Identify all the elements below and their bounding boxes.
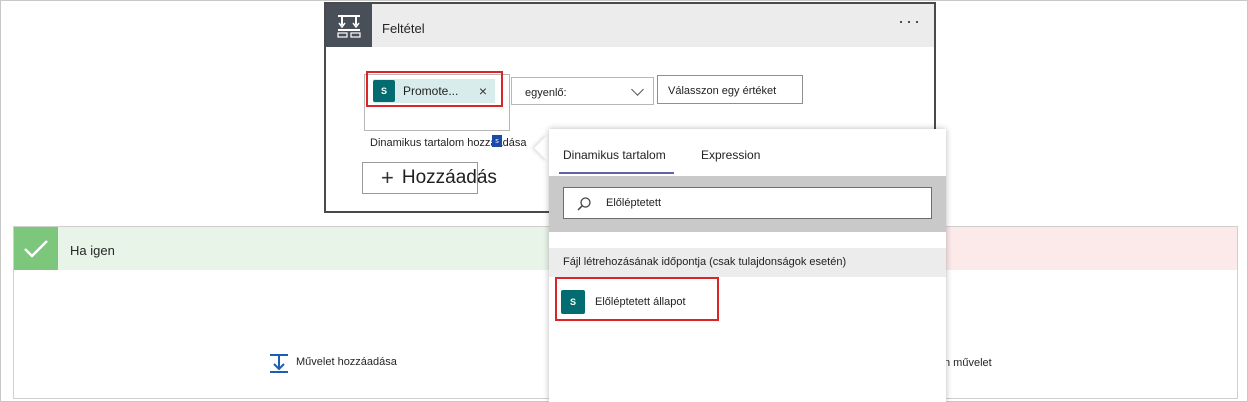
condition-icon [326, 4, 372, 47]
tab-dynamic-content[interactable]: Dinamikus tartalom [563, 148, 666, 162]
no-branch-header[interactable] [943, 227, 1237, 270]
search-icon [576, 196, 592, 215]
highlight-token [366, 71, 503, 107]
highlight-result [555, 277, 719, 321]
section-header: Fájl létrehozásának időpontja (csak tula… [549, 248, 946, 277]
dynamic-content-icon[interactable]: s [492, 135, 502, 147]
condition-header[interactable]: Feltétel ··· [326, 4, 934, 47]
add-action-icon[interactable] [268, 352, 290, 377]
search-area: Előléptetett [549, 176, 946, 232]
yes-branch-title: Ha igen [70, 243, 115, 258]
more-icon[interactable]: ··· [898, 12, 922, 30]
add-button[interactable]: + Hozzáadás [362, 162, 497, 194]
dynamic-content-panel: Dinamikus tartalom Expression Előléptete… [549, 129, 946, 402]
chevron-down-icon [631, 83, 644, 96]
search-value: Előléptetett [606, 197, 662, 209]
active-tab-indicator [559, 172, 674, 174]
no-branch-add-action[interactable]: n művelet [944, 357, 992, 369]
condition-title: Feltétel [382, 21, 425, 36]
plus-icon: + [381, 165, 394, 190]
value-input[interactable]: Válasszon egy értéket [657, 75, 803, 104]
tab-expression[interactable]: Expression [701, 148, 760, 162]
add-dynamic-content-link[interactable]: Dinamikus tartalom hozzáadása [370, 137, 527, 149]
add-button-label: Hozzáadás [401, 167, 497, 188]
search-input[interactable]: Előléptetett [563, 187, 932, 219]
operator-dropdown[interactable]: egyenlő: [511, 77, 654, 105]
check-icon [14, 227, 58, 270]
operator-value: egyenlő: [525, 87, 567, 99]
add-action-button[interactable]: Művelet hozzáadása [296, 356, 397, 368]
